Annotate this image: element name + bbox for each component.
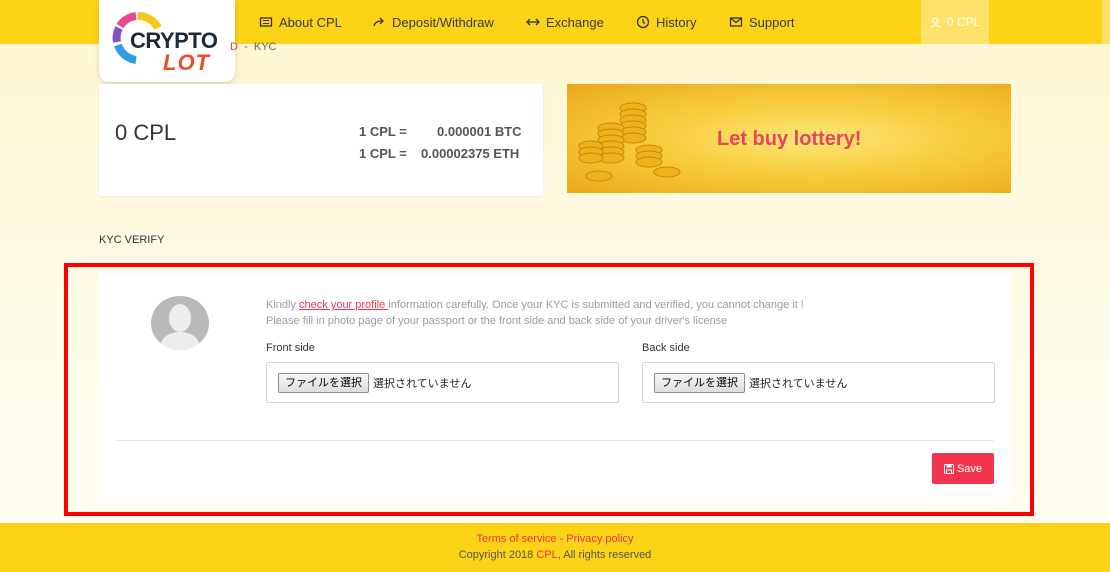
kyc-notice: Kindly check your profile information ca… [266,297,804,329]
breadcrumb-parent-link[interactable]: D [230,41,238,53]
envelope-icon [729,17,743,27]
navbar-edge [1102,0,1110,44]
logo-text-lot: LOT [163,50,210,75]
breadcrumb-separator: - [244,41,248,53]
breadcrumb-current: KYC [253,41,277,53]
nav-label: About CPL [279,14,342,30]
front-file-status: 選択されていません [373,378,472,390]
account-balance-label: 0 CPL [946,15,981,29]
chip-icon [259,17,273,27]
balance-amount: 0 CPL [115,120,177,145]
save-label: Save [956,462,983,475]
nav-deposit-withdraw[interactable]: Deposit/Withdraw [372,0,494,44]
front-choose-file-button[interactable]: ファイルを選択 [278,373,369,393]
terms-link[interactable]: Terms of service [476,533,556,545]
lottery-banner[interactable]: Let buy lottery! [567,84,1011,193]
kyc-notice-line2: Please fill in photo page of your passpo… [266,315,728,327]
footer [0,523,1110,572]
nav-support[interactable]: Support [729,0,795,44]
footer-copyright: Copyright 2018 CPL, All rights reserved [458,549,652,561]
nav-label: Deposit/Withdraw [392,14,494,30]
rate-eth-unit: 1 CPL = [359,146,407,161]
kyc-notice-line1: Kindly check your profile information ca… [266,299,804,311]
check-profile-link[interactable]: check your profile [299,299,388,311]
privacy-link[interactable]: Privacy policy [566,533,633,545]
gold-coins-icon [578,102,681,182]
banner-text: Let buy lottery! [717,128,862,150]
nav-history[interactable]: History [636,0,696,44]
nav-exchange[interactable]: Exchange [526,0,604,44]
clock-history-icon [636,15,650,29]
back-choose-file-button[interactable]: ファイルを選択 [654,373,745,393]
floppy-disk-icon [943,463,954,474]
rate-eth-value: 0.00002375 ETH [421,146,520,161]
breadcrumb: D - KYC [230,41,277,53]
back-file-status: 選択されていません [749,378,848,390]
rate-btc-unit: 1 CPL = [359,124,407,139]
section-title: KYC VERIFY [99,234,165,246]
share-arrow-icon [373,17,384,27]
front-side-file-input[interactable]: ファイルを選択 選択されていません [266,362,619,403]
back-side-label: Back side [642,342,690,354]
nav-about-cpl[interactable]: About CPL [259,0,342,44]
nav-label: Exchange [546,14,604,30]
copyright-brand: CPL [536,549,558,561]
rate-btc-value: 0.000001 BTC [437,124,522,139]
footer-separator: - [556,533,567,545]
front-side-label: Front side [266,342,315,354]
account-balance-button[interactable]: 0 CPL [921,0,989,44]
exchange-arrows-icon [526,18,540,26]
nav-label: History [656,14,697,30]
user-icon [930,17,941,28]
footer-links: Terms of service - Privacy policy [0,533,1110,545]
form-divider [116,440,994,441]
nav-label: Support [749,14,795,30]
person-silhouette-icon [159,304,201,350]
back-side-file-input[interactable]: ファイルを選択 選択されていません [642,362,995,403]
avatar-placeholder [151,296,209,350]
save-button[interactable]: Save [932,453,994,484]
